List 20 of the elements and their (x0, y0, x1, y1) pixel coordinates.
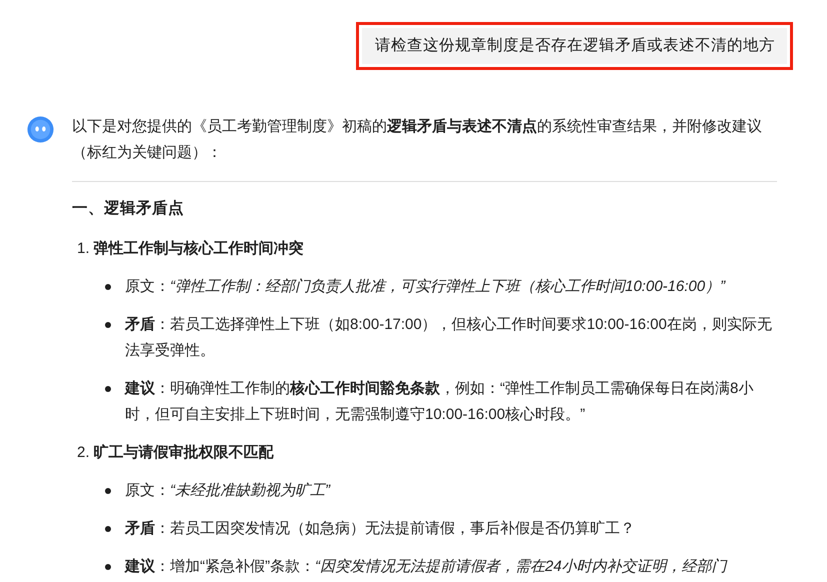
bullet-text: 建议：明确弹性工作制的核心工作时间豁免条款，例如：“弹性工作制员工需确保每日在岗满8小时，但可自主安排上下班时间，无需强制遵守10:00-16:00核心时段。” (125, 379, 754, 425)
bullet-text: 矛盾：若员工因突发情况（如急病）无法提前请假，事后补假是否仍算旷工？ (125, 519, 636, 539)
user-message: 请检查这份规章制度是否存在逻辑矛盾或表述不清的地方 (362, 28, 787, 64)
reply-intro: 以下是对您提供的《员工考勤管理制度》初稿的逻辑矛盾与表述不清点的系统性审查结果，并附修改建议（标红为关键问题）： (72, 117, 763, 163)
section-heading: 一、逻辑矛盾点 (72, 198, 185, 219)
bullet-text: 建议：增加“紧急补假”条款：“因突发情况无法提前请假者，需在24小时内补交证明，经部门 (125, 557, 728, 577)
bullet-icon (105, 386, 111, 392)
bot-avatar-icon (27, 116, 54, 143)
bullet-text: 原文：“未经批准缺勤视为旷工” (125, 481, 332, 501)
item-title: 旷工与请假审批权限不匹配 (94, 443, 274, 463)
bullet-icon (105, 526, 111, 532)
item-number: 1. (77, 239, 90, 259)
bullet-text: 原文：“弹性工作制：经部门负责人批准，可实行弹性上下班（核心工作时间10:00-16:00）” (125, 277, 727, 297)
bullet-icon (105, 284, 111, 290)
bullet-icon (105, 564, 111, 570)
bullet-text: 矛盾：若员工选择弹性上下班（如8:00-17:00），但核心工作时间要求10:00-16:00在岗，则实际无法享受弹性。 (125, 315, 773, 361)
item-number: 2. (77, 443, 90, 463)
bullet-icon (105, 488, 111, 494)
bullet-icon (105, 322, 111, 328)
item-title: 弹性工作制与核心工作时间冲突 (94, 239, 304, 259)
